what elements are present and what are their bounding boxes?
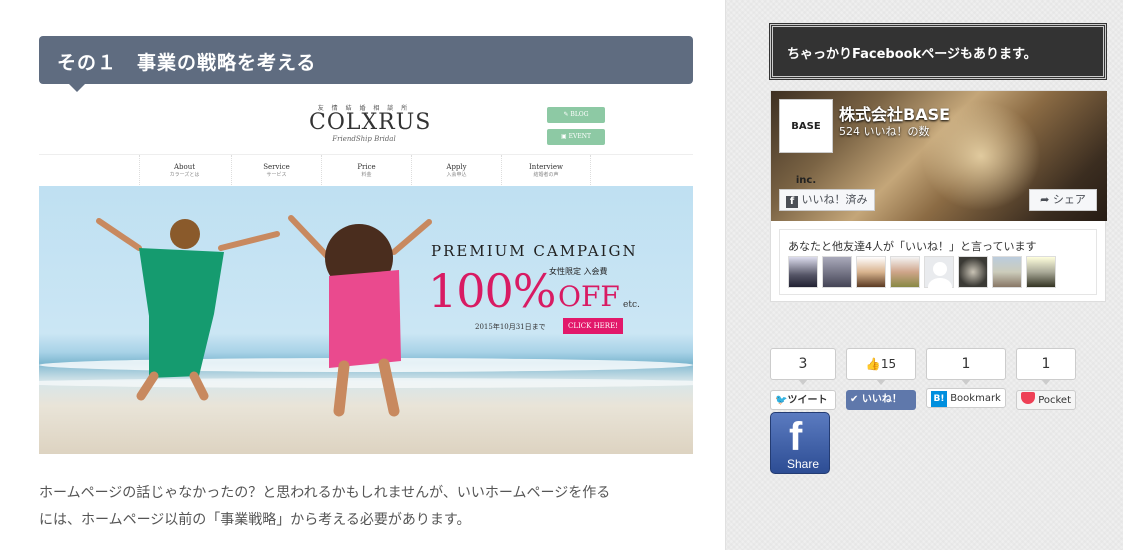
facebook-like-button[interactable]: ✔ いいね！ [846,390,916,410]
campaign-etc: etc. [623,300,640,310]
facebook-f-icon: f [786,196,798,208]
facebook-liked-label: いいね！済み [801,193,868,206]
article-body: ホームページの話じゃなかったの？と思われるかもしれませんが、いいホームページを作… [39,480,699,534]
campaign-percent: 100% [428,264,557,318]
hatena-bookmark-button[interactable]: B! Bookmark [926,388,1006,408]
article-body-line: には、ホームページ以前の「事業戦略」から考える必要があります。 [39,512,471,528]
facebook-share-large-label: Share [787,457,820,471]
hatena-label: Bookmark [950,393,1001,404]
nav-item-interview: Interview 結婚者の声 [501,155,591,185]
thumbs-up-icon: 👍 [865,357,881,371]
nav-item-apply: Apply 入会申込 [411,155,501,185]
avatar[interactable] [822,256,852,288]
avatar[interactable] [1026,256,1056,288]
avatar[interactable] [856,256,886,288]
nav-label: Interview [529,163,563,171]
nav-sublabel: サービス [266,172,287,178]
twitter-bird-icon: 🐦 [775,395,788,406]
avatar[interactable] [958,256,988,288]
event-button: ▣ EVENT [547,129,605,145]
facebook-share-button[interactable]: ➦ シェア [1029,189,1097,211]
nav-item-service: Service サービス [231,155,321,185]
campaign-date: 2015年10月31日まで [475,323,546,331]
facebook-cover-image[interactable]: BASE inc. 株式会社BASE 524 いいね！の数 f いいね！済み ➦… [771,91,1107,221]
article-column: その１ 事業の戦略を考える 友 情 結 婚 相 談 所 COLXRUS Frie… [0,0,726,550]
tweet-label: ツイート [787,395,828,406]
facebook-like-label: いいね！ [861,394,902,405]
avatar[interactable] [890,256,920,288]
logo-tagline: FriendShip Bridal [332,135,396,143]
facebook-liked-button[interactable]: f いいね！済み [779,189,875,211]
facebook-share-label: シェア [1052,193,1086,206]
facebook-friends-box: あなたと他友達4人が「いいね！」と言っています [779,229,1097,296]
hatena-count: 1 [926,348,1006,385]
avatar[interactable] [788,256,818,288]
nav-sublabel: カラーズとは [169,172,200,178]
friends-like-text: あなたと他友達4人が「いいね！」と言っています [788,240,1037,253]
nav-sublabel: 料金 [361,172,372,178]
facebook-like-counter: 👍15 [846,348,916,385]
nav-label: Service [263,163,290,171]
facebook-share-large-button[interactable]: f Share [770,412,830,474]
nav-sublabel: 入会申込 [446,172,467,178]
nav-item-about: About カラーズとは [139,155,229,185]
nav-sublabel: 結婚者の声 [533,172,559,178]
facebook-widget-title: ちゃっかりFacebookページもあります。 [769,23,1107,80]
site-logo: COLXRUS [309,110,432,135]
hatena-b-icon: B! [931,391,947,407]
campaign-subtitle: 女性限定 入会費 [549,267,608,276]
screenshot-nav: About カラーズとは Service サービス Price 料金 Apply… [39,154,693,185]
screenshot-header: 友 情 結 婚 相 談 所 COLXRUS FriendShip Bridal … [39,96,693,154]
pocket-count: 1 [1016,348,1076,385]
avatar[interactable] [992,256,1022,288]
facebook-page-logo[interactable]: BASE inc. [779,99,833,186]
blog-button: ✎ BLOG [547,107,605,123]
pocket-label: Pocket [1038,395,1071,406]
nav-label: Price [357,163,376,171]
hero-banner: PREMIUM CAMPAIGN 女性限定 入会費 100% OFF etc. … [39,186,693,454]
facebook-like-count: 524 いいね！の数 [839,125,930,138]
nav-label: Apply [446,163,467,171]
tweet-count: 3 [770,348,836,385]
check-icon: ✔ [850,394,859,405]
campaign-click-button: CLICK HERE! [563,318,623,334]
tweet-button[interactable]: 🐦ツイート [770,390,836,410]
site-screenshot-image: 友 情 結 婚 相 談 所 COLXRUS FriendShip Bridal … [39,96,693,454]
share-arrow-icon: ➦ [1040,193,1050,206]
pocket-icon [1021,392,1035,404]
campaign-off: OFF [558,280,620,313]
campaign-title: PREMIUM CAMPAIGN [431,242,638,260]
nav-label: About [173,163,196,171]
facebook-f-icon: f [789,415,803,459]
article-body-line: ホームページの話じゃなかったの？と思われるかもしれませんが、いいホームページを作… [39,485,611,501]
facebook-page-name[interactable]: 株式会社BASE [839,101,950,125]
facebook-like-number: 15 [880,357,897,371]
section-heading: その１ 事業の戦略を考える [39,36,693,92]
pocket-button[interactable]: Pocket [1016,390,1076,410]
facebook-page-plugin: BASE inc. 株式会社BASE 524 いいね！の数 f いいね！済み ➦… [770,90,1107,302]
avatar[interactable] [924,256,954,296]
default-user-icon [928,262,952,296]
nav-item-price: Price 料金 [321,155,411,185]
